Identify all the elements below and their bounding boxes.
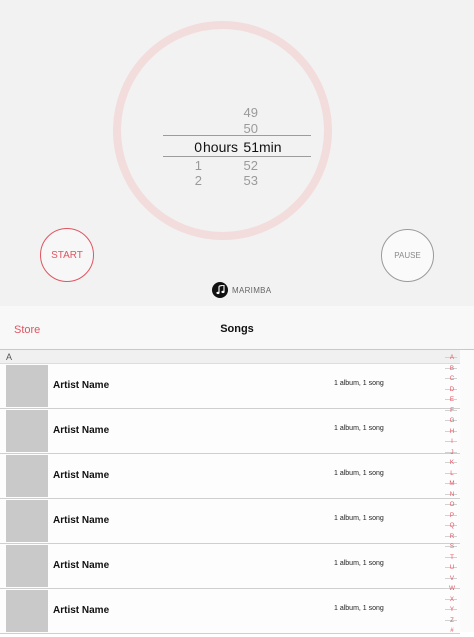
index-letter[interactable]: R <box>450 532 454 543</box>
pause-button[interactable]: PAUSE <box>381 229 434 282</box>
artist-name: Artist Name <box>53 515 110 526</box>
list-item[interactable]: Artist Name 1 album, 1 song <box>0 454 460 499</box>
index-letter[interactable]: A <box>450 353 454 364</box>
index-letter[interactable]: M <box>449 479 454 490</box>
index-letter[interactable]: I <box>451 437 453 448</box>
index-letter[interactable]: O <box>450 500 455 511</box>
hours-option[interactable]: 1 <box>193 158 202 173</box>
index-letter[interactable]: N <box>450 490 454 501</box>
index-letter[interactable]: V <box>450 574 454 585</box>
minutes-option[interactable]: 53 <box>240 173 258 188</box>
picker-selection-line-top <box>163 135 311 136</box>
list-item[interactable]: Artist Name 1 album, 1 song <box>0 499 460 544</box>
index-letter[interactable]: T <box>450 553 454 564</box>
artist-name: Artist Name <box>53 380 110 391</box>
artist-name: Artist Name <box>53 470 110 481</box>
album-art-thumbnail <box>6 410 48 452</box>
index-letter[interactable]: C <box>450 374 454 385</box>
index-letter[interactable]: E <box>450 395 454 406</box>
sound-label: MARIMBA <box>232 285 272 295</box>
index-letter[interactable]: Y <box>450 605 454 616</box>
timer-panel: 49 50 0 hours 51 min 1 52 2 53 START PAU… <box>0 0 474 306</box>
index-letter[interactable]: J <box>450 448 453 459</box>
music-note-icon <box>212 282 228 298</box>
list-item[interactable]: Artist Name 1 album, 1 song <box>0 409 460 454</box>
minutes-option[interactable]: 52 <box>240 158 258 173</box>
alphabet-index[interactable]: A B C D E F G H I J K L M N O P Q R S T U V W X Y Z # <box>445 353 459 634</box>
album-art-thumbnail <box>6 545 48 587</box>
artist-meta: 1 album, 1 song <box>334 380 384 387</box>
index-letter[interactable]: H <box>450 427 454 438</box>
selected-minutes[interactable]: 51 <box>242 139 259 155</box>
artist-meta: 1 album, 1 song <box>334 560 384 567</box>
index-letter[interactable]: X <box>450 595 454 606</box>
list-item[interactable]: Artist Name 1 album, 1 song <box>0 544 460 589</box>
list-item[interactable]: Artist Name 1 album, 1 song <box>0 589 460 634</box>
index-letter[interactable]: Q <box>450 521 455 532</box>
index-letter[interactable]: F <box>450 406 454 417</box>
songs-panel: Store Songs A Artist Name 1 album, 1 son… <box>0 306 474 634</box>
index-letter[interactable]: P <box>450 511 454 522</box>
start-button[interactable]: START <box>40 228 94 282</box>
artist-meta: 1 album, 1 song <box>334 470 384 477</box>
artist-meta: 1 album, 1 song <box>334 515 384 522</box>
artist-name: Artist Name <box>53 425 110 436</box>
index-letter[interactable]: Z <box>450 616 454 627</box>
page-title: Songs <box>220 323 254 335</box>
picker-selection-line-bottom <box>163 156 311 157</box>
index-letter[interactable]: B <box>450 364 454 375</box>
album-art-thumbnail <box>6 365 48 407</box>
artist-meta: 1 album, 1 song <box>334 605 384 612</box>
navigation-bar: Store Songs <box>0 306 474 350</box>
artist-name: Artist Name <box>53 605 110 616</box>
index-letter[interactable]: K <box>450 458 454 469</box>
index-letter[interactable]: # <box>450 626 453 637</box>
hours-option[interactable]: 2 <box>193 173 202 188</box>
index-letter[interactable]: G <box>450 416 455 427</box>
album-art-thumbnail <box>6 500 48 542</box>
artist-list: Artist Name 1 album, 1 song Artist Name … <box>0 364 460 634</box>
selected-hours[interactable]: 0 <box>193 139 202 155</box>
index-letter[interactable]: L <box>450 469 453 480</box>
minutes-unit-label: min <box>259 139 282 155</box>
hours-unit-label: hours <box>203 139 239 155</box>
artist-meta: 1 album, 1 song <box>334 425 384 432</box>
minutes-option[interactable]: 49 <box>240 105 258 120</box>
album-art-thumbnail <box>6 590 48 632</box>
index-letter[interactable]: S <box>450 542 454 553</box>
section-header: A <box>0 350 460 364</box>
minutes-option[interactable]: 50 <box>240 121 258 136</box>
index-letter[interactable]: W <box>449 584 455 595</box>
artist-name: Artist Name <box>53 560 110 571</box>
sound-selector[interactable]: MARIMBA <box>212 282 271 298</box>
album-art-thumbnail <box>6 455 48 497</box>
list-item[interactable]: Artist Name 1 album, 1 song <box>0 364 460 409</box>
index-letter[interactable]: D <box>450 385 454 396</box>
index-letter[interactable]: U <box>450 563 454 574</box>
